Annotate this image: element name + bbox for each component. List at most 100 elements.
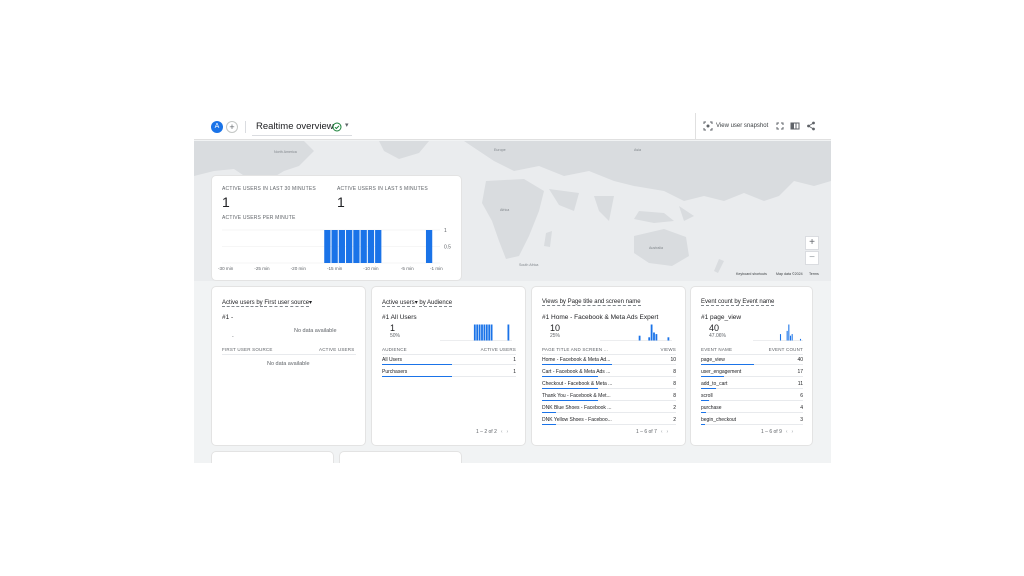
bar[interactable] xyxy=(331,230,338,263)
table-row-label[interactable]: purchase xyxy=(701,405,722,411)
compare-icon[interactable] xyxy=(790,121,800,131)
page-title: Realtime overview xyxy=(256,121,334,132)
divider xyxy=(701,354,803,355)
svg-text:North America: North America xyxy=(274,150,297,154)
bar[interactable] xyxy=(338,230,346,263)
table-row-label[interactable]: page_view xyxy=(701,357,725,363)
prev-page-icon[interactable]: ‹ xyxy=(501,429,503,435)
table-row-value: 11 xyxy=(797,381,803,387)
events-title-text[interactable]: Event count by Event name xyxy=(701,299,775,306)
row-proportion-bar xyxy=(542,376,598,378)
x-tick-label: -1 min xyxy=(430,266,443,271)
table-row-label[interactable]: Purchasers xyxy=(382,369,407,375)
row-proportion-bar xyxy=(542,412,556,414)
bar[interactable] xyxy=(375,230,382,263)
events-table: EVENT NAME EVENT COUNT page_view 40 user_eng… xyxy=(701,347,803,427)
bar[interactable] xyxy=(425,230,433,263)
snapshot-icon[interactable] xyxy=(703,121,713,131)
events-pagination: 1 – 6 of 9 ‹ › xyxy=(761,429,793,435)
table-row-label[interactable]: scroll xyxy=(701,393,713,399)
table-row-label[interactable]: Thank You - Facebook & Met... xyxy=(542,393,611,399)
next-page-icon[interactable]: › xyxy=(667,429,669,435)
table-row-label[interactable]: All Users xyxy=(382,357,402,363)
spark-bar xyxy=(476,324,479,341)
add-comparison-button[interactable]: + xyxy=(226,121,238,133)
next-page-icon[interactable]: › xyxy=(507,429,509,435)
spark-bar xyxy=(786,330,788,341)
svg-text:Asia: Asia xyxy=(634,148,641,152)
map-data-label: Map data ©2024 xyxy=(776,272,803,276)
row-proportion-bar xyxy=(542,424,556,426)
spark-bar xyxy=(485,324,488,341)
audience-card-title[interactable]: Active users▾ by Audience xyxy=(382,299,453,307)
events-rank-label: #1 page_view xyxy=(701,314,742,321)
x-tick-label: -20 min xyxy=(291,266,307,271)
table-row-label[interactable]: DNK Blue Shoes - Facebook ... xyxy=(542,405,611,411)
keyboard-shortcuts-link[interactable]: Keyboard shortcuts xyxy=(736,272,767,276)
table-row-value: 2 xyxy=(673,417,676,423)
bar[interactable] xyxy=(324,230,331,263)
spark-bar xyxy=(650,324,653,341)
zoom-out-button[interactable]: − xyxy=(805,251,819,265)
table-row-label[interactable]: user_engagement xyxy=(701,369,741,375)
bar[interactable] xyxy=(346,230,353,263)
bar[interactable] xyxy=(360,230,367,263)
table-row-label[interactable]: add_to_cart xyxy=(701,381,727,387)
terms-link[interactable]: Terms xyxy=(809,272,819,276)
table-row-label[interactable]: Checkout - Facebook & Meta ... xyxy=(542,381,612,387)
views-top-value: 10 xyxy=(550,323,561,333)
source-rank-label: #1 - xyxy=(222,314,234,321)
table-row-value: 3 xyxy=(800,417,803,423)
check-circle-icon[interactable] xyxy=(332,122,342,132)
divider xyxy=(597,400,676,401)
table-row-label[interactable]: begin_checkout xyxy=(701,417,736,423)
source-col-value-header: ACTIVE USERS xyxy=(319,347,355,352)
spark-bar xyxy=(478,324,481,341)
audience-title-prefix[interactable]: Active users xyxy=(382,300,415,307)
source-card-title[interactable]: Active users by First user source▾ xyxy=(222,299,312,307)
bar[interactable] xyxy=(353,230,360,263)
divider xyxy=(542,354,676,355)
y-tick-label: 0.5 xyxy=(444,245,451,251)
views-top-percent: 25% xyxy=(550,333,561,339)
table-row-label[interactable]: Home - Facebook & Meta Ad... xyxy=(542,357,610,363)
next-page-icon[interactable]: › xyxy=(792,429,794,435)
divider xyxy=(706,412,803,413)
divider xyxy=(245,121,246,133)
table-row-value: 10 xyxy=(670,357,676,363)
table-row-value: 2 xyxy=(673,405,676,411)
events-top-value: 40 xyxy=(709,323,720,333)
zoom-in-button[interactable]: + xyxy=(805,236,819,250)
row-proportion-bar xyxy=(382,364,452,366)
audience-col-header: AUDIENCE xyxy=(382,347,407,352)
table-row-label[interactable]: DNK Yellow Shoes - Faceboo... xyxy=(542,417,612,423)
table-row-label[interactable]: Cart - Facebook & Meta Ads ... xyxy=(542,369,610,375)
views-title-text[interactable]: Views by Page title and screen name xyxy=(542,299,641,306)
audience-pagination: 1 – 2 of 2 ‹ › xyxy=(476,429,508,435)
views-by-page-card: Views by Page title and screen name #1 H… xyxy=(532,287,685,445)
spark-bar xyxy=(490,324,493,341)
source-no-data-top: No data available xyxy=(294,328,337,334)
share-icon[interactable] xyxy=(806,121,816,131)
spark-bar xyxy=(779,334,782,341)
bar[interactable] xyxy=(367,230,375,263)
row-proportion-bar xyxy=(542,364,612,366)
source-title-dimension[interactable]: First user source xyxy=(264,300,310,307)
views-pager-text: 1 – 6 of 7 xyxy=(636,429,657,435)
active-users-per-minute-chart[interactable]: 1 0.5 -30 min -25 min -20 min -15 min -10 min -… xyxy=(218,222,456,272)
table-row-value: 4 xyxy=(800,405,803,411)
table-row-value: 8 xyxy=(673,393,676,399)
chevron-down-icon[interactable]: ▾ xyxy=(345,121,349,129)
prev-page-icon[interactable]: ‹ xyxy=(786,429,788,435)
view-user-snapshot-button[interactable]: View user snapshot xyxy=(716,123,768,129)
views-card-title[interactable]: Views by Page title and screen name xyxy=(542,299,641,306)
prev-page-icon[interactable]: ‹ xyxy=(661,429,663,435)
svg-text:Africa: Africa xyxy=(500,208,509,212)
avatar[interactable]: A xyxy=(211,121,223,133)
events-card-title[interactable]: Event count by Event name xyxy=(701,299,775,306)
x-tick-label: -5 min xyxy=(401,266,414,271)
row-proportion-bar xyxy=(701,364,755,366)
row-proportion-bar xyxy=(382,376,452,378)
table-row-value: 6 xyxy=(800,393,803,399)
fullscreen-icon[interactable] xyxy=(775,121,785,131)
